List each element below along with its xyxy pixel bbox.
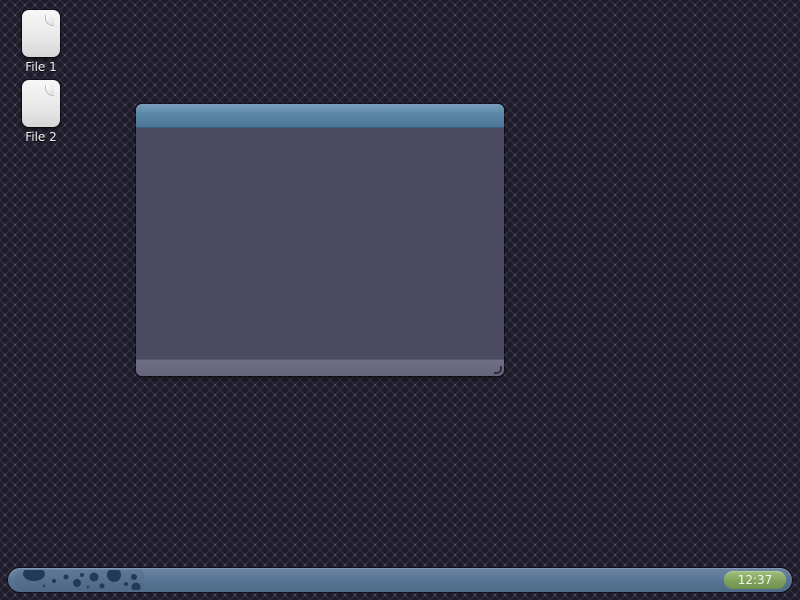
bubbles-logo-icon: [23, 570, 141, 590]
resize-grip-icon[interactable]: [494, 366, 502, 374]
start-menu-button[interactable]: [14, 570, 144, 590]
window-titlebar[interactable]: [136, 104, 504, 128]
desktop-icon-file-1[interactable]: File 1: [14, 10, 68, 74]
desktop-icon-label: File 2: [25, 130, 57, 144]
desktop-icon-file-2[interactable]: File 2: [14, 80, 68, 144]
file-icon: [22, 10, 60, 57]
taskbar: 12:37: [8, 568, 792, 592]
app-window[interactable]: [136, 104, 504, 376]
desktop-icon-label: File 1: [25, 60, 57, 74]
file-icon: [22, 80, 60, 127]
clock[interactable]: 12:37: [724, 571, 786, 589]
window-content-area[interactable]: [136, 128, 504, 360]
window-statusbar: [136, 359, 504, 376]
